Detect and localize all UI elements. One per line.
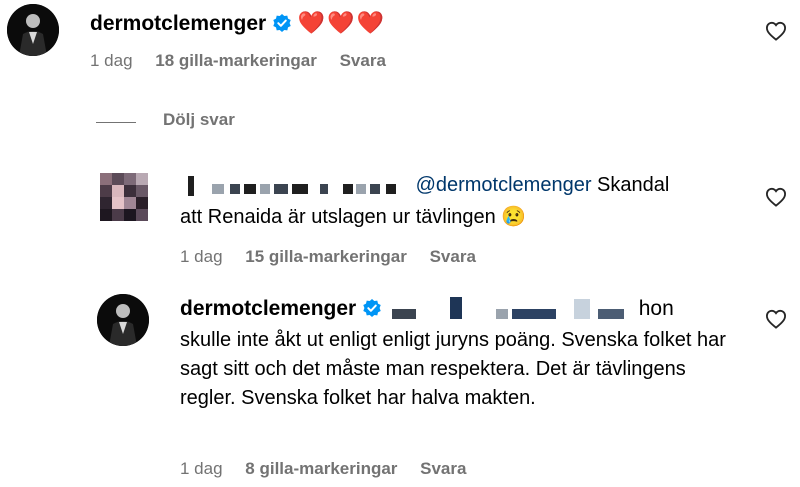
divider-line <box>96 122 136 123</box>
timestamp[interactable]: 1 dag <box>180 459 223 478</box>
username[interactable]: dermotclemenger <box>90 12 266 35</box>
comment-1-line: dermotclemenger ❤️❤️❤️ <box>90 10 386 36</box>
hide-replies-label[interactable]: Dölj svar <box>163 110 235 130</box>
pixelated-avatar-image <box>100 173 148 221</box>
comment-text-line2: att Renaida är utslagen ur tävlingen <box>180 206 496 228</box>
avatar-image <box>7 4 59 56</box>
comment-text: ❤️❤️❤️ <box>297 10 387 35</box>
comment-2-meta: 1 dag 15 gilla-markeringar Svara <box>180 247 494 267</box>
comment-1-meta: 1 dag 18 gilla-markeringar Svara <box>90 51 404 71</box>
reply-button[interactable]: Svara <box>420 459 466 478</box>
heart-outline-icon[interactable] <box>765 187 787 207</box>
comment-2-line: @dermotclemenger Skandal <box>180 174 669 197</box>
verified-icon <box>273 14 291 32</box>
redacted-text <box>388 297 633 321</box>
avatar[interactable] <box>7 4 59 56</box>
comment-2-line2: att Renaida är utslagen ur tävlingen 😢 <box>180 204 526 229</box>
crying-face-emoji: 😢 <box>501 206 527 228</box>
redacted-username <box>180 175 410 196</box>
like-count[interactable]: 8 gilla-markeringar <box>245 459 397 478</box>
heart-outline-icon[interactable] <box>765 21 787 41</box>
mention-link[interactable]: @dermotclemenger <box>416 174 592 196</box>
username[interactable]: dermotclemenger <box>180 297 356 320</box>
avatar-image <box>97 294 149 346</box>
reply-button[interactable]: Svara <box>430 247 476 266</box>
timestamp[interactable]: 1 dag <box>180 247 223 266</box>
comment-3-line: dermotclemenger hon <box>180 297 674 321</box>
like-count[interactable]: 15 gilla-markeringar <box>245 247 407 266</box>
timestamp[interactable]: 1 dag <box>90 51 133 70</box>
heart-outline-icon[interactable] <box>765 309 787 329</box>
verified-icon <box>363 299 381 317</box>
comment-text: skulle inte åkt ut enligt enligt juryns … <box>180 329 726 409</box>
reply-button[interactable]: Svara <box>340 51 386 70</box>
like-count[interactable]: 18 gilla-markeringar <box>155 51 317 70</box>
comment-3-meta: 1 dag 8 gilla-markeringar Svara <box>180 459 484 479</box>
pixelated-avatar[interactable] <box>100 173 148 221</box>
comment-text-line1: Skandal <box>591 174 670 196</box>
avatar[interactable] <box>97 294 149 346</box>
comment-text-line1: hon <box>632 297 674 320</box>
